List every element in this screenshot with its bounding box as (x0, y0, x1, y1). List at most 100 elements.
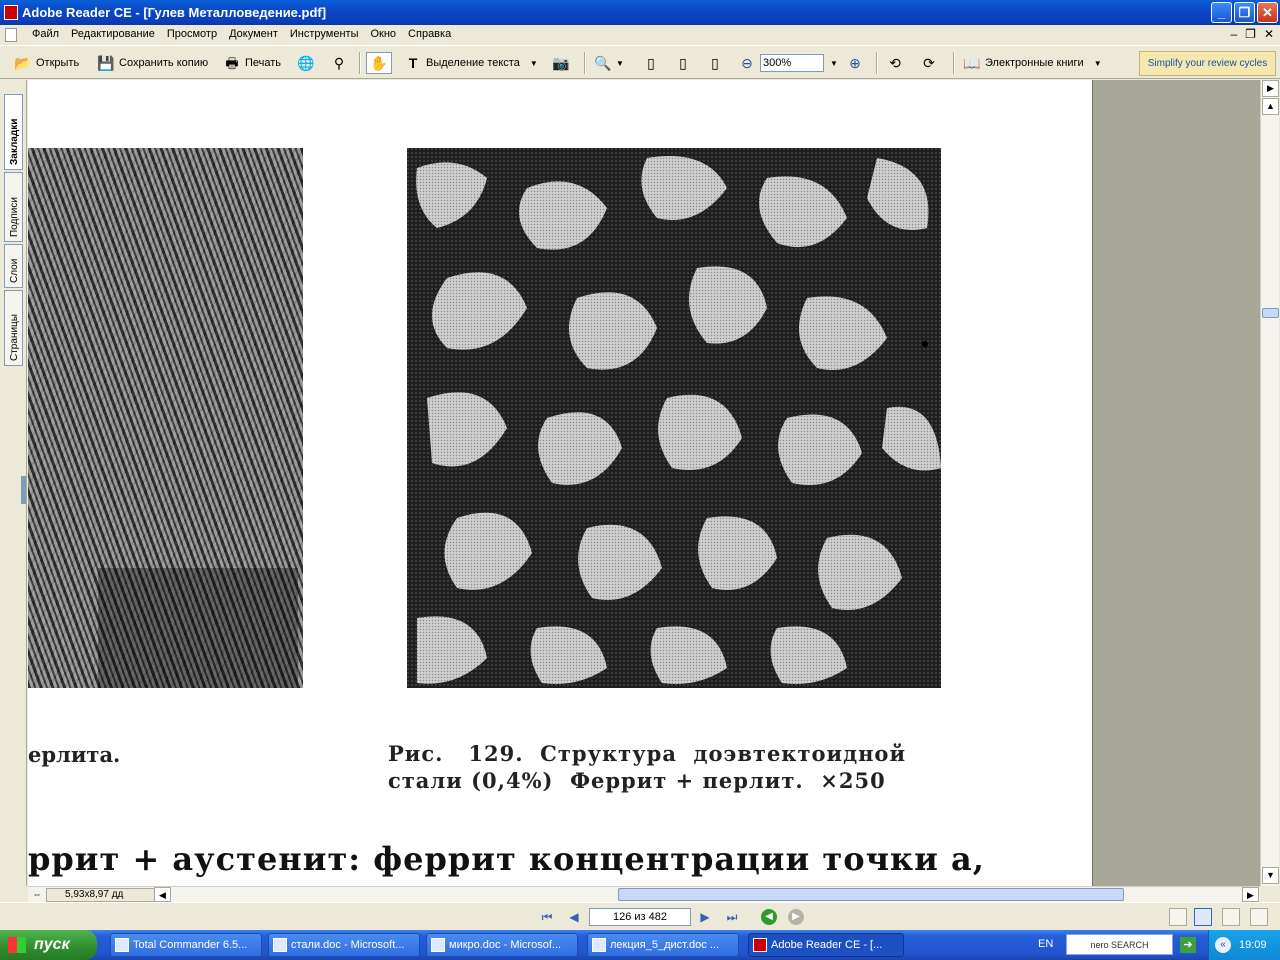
save-copy-label: Сохранить копию (119, 57, 209, 69)
system-tray: « 19:09 (1208, 930, 1280, 960)
hand-tool-button[interactable]: ✋ (366, 52, 392, 74)
next-page-icon[interactable]: ▶ (697, 909, 713, 925)
chevron-down-icon[interactable]: ▼ (830, 59, 838, 68)
rotate-ccw-button[interactable]: ⟲ (886, 52, 904, 74)
menu-window[interactable]: Окно (364, 28, 402, 40)
adobe-reader-icon (753, 938, 767, 952)
tray-expand-icon[interactable]: « (1215, 937, 1231, 953)
page-size-readout: 5,93x8,97 дд (46, 888, 156, 902)
printer-icon: 🖶 (225, 55, 239, 71)
promo-banner[interactable]: Simplify your review cycles (1139, 51, 1276, 76)
body-text-line: ррит + аустенит: феррит концентрации точ… (28, 840, 985, 878)
figure-caption-left: ерлита. (28, 742, 121, 767)
task-total-commander[interactable]: Total Commander 6.5... (110, 933, 262, 957)
clock[interactable]: 19:09 (1239, 930, 1267, 960)
chevron-down-icon[interactable]: ▼ (616, 59, 624, 68)
scroll-left-icon[interactable]: ◀ (154, 887, 171, 902)
fit-page-button[interactable]: ▯ (674, 52, 692, 74)
menu-view[interactable]: Просмотр (161, 28, 223, 40)
select-text-button[interactable]: T Выделение текста ▼ (404, 52, 538, 74)
zoom-in-button[interactable]: ⊕ (846, 52, 864, 74)
doc-restore-icon[interactable]: ❐ (1245, 27, 1256, 41)
search-button[interactable]: ⚲ (330, 52, 348, 74)
open-label: Открыть (36, 57, 80, 69)
vertical-scrollbar[interactable]: ▶ ▲ ▼ (1260, 80, 1279, 886)
fit-width-icon: ▯ (711, 55, 719, 71)
horizontal-scroll-thumb[interactable] (618, 888, 1124, 901)
pane-splitter-handle[interactable] (21, 476, 26, 504)
facing-layout-icon[interactable] (1222, 908, 1240, 926)
task-mikro-doc[interactable]: микро.doc - Microsof... (426, 933, 578, 957)
go-forward-icon[interactable]: ▶ (788, 909, 804, 925)
first-page-icon[interactable]: ⏮ (539, 909, 555, 925)
menu-file[interactable]: Файл (26, 28, 65, 40)
chevron-down-icon[interactable]: ▼ (1094, 59, 1102, 68)
zoom-out-button[interactable]: ⊖ (738, 52, 756, 74)
continuous-facing-layout-icon[interactable] (1250, 908, 1268, 926)
print-label: Печать (245, 57, 282, 69)
email-button[interactable]: 🌐 (297, 52, 315, 74)
plus-circle-icon: ⊕ (849, 55, 861, 71)
page-number-field[interactable]: 126 из 482 (589, 908, 691, 926)
continuous-layout-icon[interactable] (1194, 908, 1212, 926)
window-title: Adobe Reader CE - [Гулев Металловедение.… (22, 5, 327, 20)
tab-signatures[interactable]: Подписи (4, 172, 23, 242)
menu-help[interactable]: Справка (402, 28, 457, 40)
page-navigation-bar: ⏮ ◀ 126 из 482 ▶ ⏭ ◀ ▶ (0, 902, 1280, 930)
title-bar: Adobe Reader CE - [Гулев Металловедение.… (0, 0, 1280, 25)
nero-search-box[interactable]: nero SEARCH (1066, 934, 1173, 955)
menu-tools[interactable]: Инструменты (284, 28, 365, 40)
tab-pages[interactable]: Страницы (4, 290, 23, 366)
language-indicator[interactable]: EN (1038, 938, 1053, 950)
menu-edit[interactable]: Редактирование (65, 28, 161, 40)
rotate-cw-button[interactable]: ⟳ (920, 52, 938, 74)
actual-size-button[interactable]: ▯ (642, 52, 660, 74)
zoom-value[interactable]: 300% (760, 54, 824, 72)
document-view[interactable]: ерлита. Рис. 129. Структура доэвтектоидн… (28, 80, 1092, 886)
doc-minimize-icon[interactable]: – (1230, 27, 1237, 41)
zoom-in-tool-button[interactable]: 🔍 ▼ (594, 52, 624, 74)
task-adobe-reader[interactable]: Adobe Reader CE - [... (748, 933, 904, 957)
snapshot-button[interactable]: 📷 (552, 52, 570, 74)
task-stali-doc[interactable]: стали.doc - Microsoft... (268, 933, 420, 957)
tab-bookmarks[interactable]: Закладки (4, 94, 23, 170)
page-size-arrows-icon[interactable]: ⇔ (30, 888, 44, 902)
taskbar: пуск Total Commander 6.5... стали.doc - … (0, 930, 1280, 960)
split-view-arrow-icon[interactable]: ▶ (1262, 80, 1279, 97)
start-button[interactable]: пуск (0, 930, 97, 960)
word-icon (431, 938, 445, 952)
vertical-scroll-thumb[interactable] (1262, 308, 1279, 318)
ebooks-label: Электронные книги (985, 57, 1084, 69)
print-button[interactable]: 🖶 Печать (223, 52, 281, 74)
navigation-pane-tabs: Закладки Подписи Слои Страницы (0, 80, 27, 886)
go-arrow-icon[interactable]: ➔ (1180, 937, 1196, 953)
restore-button[interactable]: ❐ (1234, 2, 1255, 23)
doc-close-icon[interactable]: ✕ (1264, 27, 1274, 41)
camera-icon: 📷 (552, 55, 570, 71)
document-icon (5, 28, 17, 42)
horizontal-scrollbar[interactable]: ⇔ 5,93x8,97 дд ◀ ▶ (28, 886, 1260, 902)
ebook-icon: 📖 (963, 55, 981, 71)
zoom-select[interactable]: 300% ▼ (760, 52, 838, 74)
scroll-right-icon[interactable]: ▶ (1242, 887, 1259, 902)
figure-caption-line2: стали (0,4%) Феррит + перлит. ×250 (388, 768, 886, 793)
previous-page-icon[interactable]: ◀ (566, 909, 582, 925)
scroll-down-icon[interactable]: ▼ (1262, 867, 1279, 884)
tab-layers[interactable]: Слои (4, 244, 23, 288)
floppy-icon: 💾 (97, 55, 115, 71)
save-copy-button[interactable]: 💾 Сохранить копию (97, 52, 208, 74)
tab-signatures-label: Подписи (9, 197, 20, 237)
chevron-down-icon[interactable]: ▼ (530, 59, 538, 68)
last-page-icon[interactable]: ⏭ (724, 909, 740, 925)
magnifier-icon: 🔍 (594, 55, 612, 71)
scroll-up-icon[interactable]: ▲ (1262, 98, 1279, 115)
menu-document[interactable]: Документ (223, 28, 284, 40)
fit-width-button[interactable]: ▯ (706, 52, 724, 74)
ebooks-button[interactable]: 📖 Электронные книги ▼ (963, 52, 1102, 74)
single-page-layout-icon[interactable] (1169, 908, 1187, 926)
close-button[interactable]: ✕ (1257, 2, 1278, 23)
go-back-icon[interactable]: ◀ (761, 909, 777, 925)
open-button[interactable]: 📂 Открыть (14, 52, 79, 74)
task-lekcia-doc[interactable]: лекция_5_дист.doc ... (587, 933, 739, 957)
minimize-button[interactable]: _ (1211, 2, 1232, 23)
